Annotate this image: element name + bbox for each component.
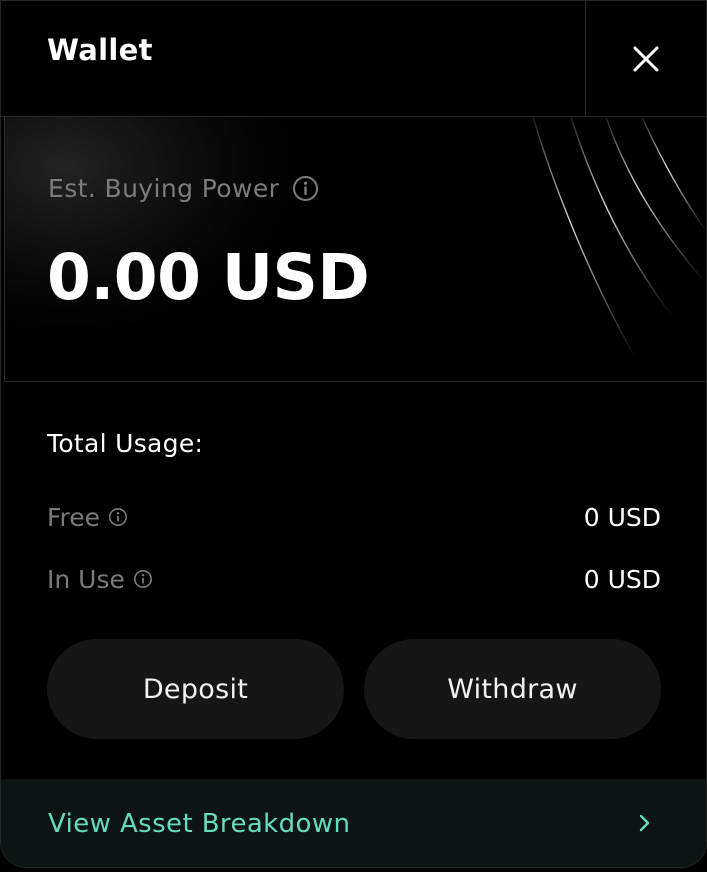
buying-power-amount: 0.00 USD	[47, 241, 370, 314]
buying-power-label-row: Est. Buying Power	[48, 174, 319, 203]
buying-power-label: Est. Buying Power	[48, 174, 280, 203]
close-icon	[633, 46, 659, 71]
deposit-button[interactable]: Deposit	[47, 639, 344, 739]
wallet-header: Wallet	[1, 1, 706, 117]
usage-row-left: Free	[47, 503, 128, 532]
info-icon[interactable]	[292, 175, 319, 202]
usage-row-left: In Use	[47, 565, 153, 594]
wallet-title: Wallet	[47, 33, 153, 67]
info-icon[interactable]	[133, 569, 153, 589]
usage-label-in-use: In Use	[47, 564, 125, 594]
info-icon[interactable]	[108, 507, 128, 527]
view-asset-breakdown-link[interactable]: View Asset Breakdown	[1, 779, 706, 867]
close-button[interactable]	[586, 1, 706, 116]
withdraw-button[interactable]: Withdraw	[364, 639, 661, 739]
view-asset-breakdown-label: View Asset Breakdown	[48, 809, 351, 839]
usage-row-in-use: In Use 0 USD	[47, 563, 661, 595]
usage-value-in-use: 0 USD	[583, 564, 661, 594]
buying-power-card: Est. Buying Power 0.00 USD	[4, 117, 706, 382]
usage-label-free: Free	[47, 502, 101, 532]
usage-value-free: 0 USD	[583, 502, 661, 532]
wallet-panel: Wallet Est. Buying Power 0.00 USD Total …	[0, 0, 707, 868]
usage-row-free: Free 0 USD	[47, 501, 661, 533]
chevron-right-icon	[639, 814, 650, 832]
total-usage-title: Total Usage:	[47, 429, 204, 458]
